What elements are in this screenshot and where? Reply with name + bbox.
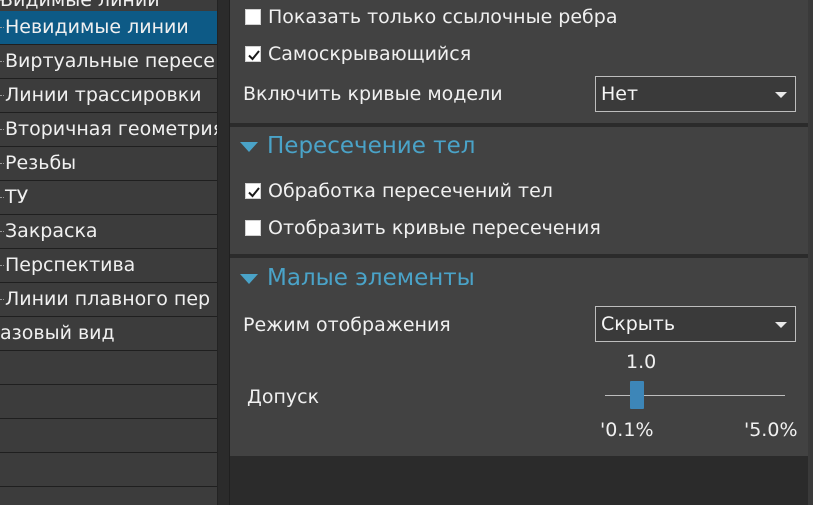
collapse-triangle-icon[interactable] [240,274,258,284]
tree-item-perspective[interactable]: Перспектива [0,249,217,283]
show-intersection-curves-label: Отобразить кривые пересечения [268,217,601,239]
tree-item-empty [0,351,217,385]
section-title[interactable]: Малые элементы [267,265,475,291]
tolerance-max-label: '5.0% [744,419,798,441]
tree-item-label: Закраска [5,220,98,242]
show-intersection-curves-checkbox[interactable] [245,220,261,236]
tree-item-hidden-lines[interactable]: Невидимые линии [0,11,217,45]
section-small-elements: Малые элементы Режим отображения Скрыть … [230,258,808,456]
tree-connector [0,265,4,267]
section-body-intersection: Пересечение тел Обработка пересечений те… [230,127,808,254]
tree-item-smooth-lines[interactable]: Линии плавного пер [0,283,217,317]
tree-item-label: Резьбы [5,152,77,174]
model-curves-dropdown[interactable]: Нет [595,76,796,112]
tree-item-label: Перспектива [5,254,136,276]
section-hidden-lines: Показать только ссылочные ребра Самоскры… [230,0,808,123]
show-ref-edges-label: Показать только ссылочные ребра [268,6,618,28]
tree-connector [0,231,4,233]
tolerance-label: Допуск [247,386,320,408]
tolerance-min-label: '0.1% [600,419,654,441]
display-mode-dropdown[interactable]: Скрыть [595,306,796,342]
tree-item-label: ТУ [5,186,29,208]
tree-item-empty [0,487,217,505]
tree-item-shading[interactable]: Закраска [0,215,217,249]
scrollbar[interactable] [808,0,813,505]
self-hiding-label: Самоскрывающийся [268,43,472,65]
tree-connector [0,61,4,63]
section-title[interactable]: Пересечение тел [267,133,475,159]
tree-connector [0,299,4,301]
model-curves-value: Нет [601,83,639,105]
tree-item-base-view[interactable]: азовый вид [0,317,217,351]
tree-item-label: Вторичная геометрия [5,118,217,140]
tree-item-label: Невидимые линии [5,16,189,38]
collapse-triangle-icon[interactable] [240,142,258,152]
checkmark-icon [248,50,260,61]
tree-connector [0,95,4,97]
tree-item-empty [0,419,217,453]
tree-item-virtual-intersections[interactable]: Виртуальные пересе [0,45,217,79]
process-intersections-checkbox[interactable] [245,183,261,199]
tree-item-threads[interactable]: Резьбы [0,147,217,181]
tree-item-label: Виртуальные пересе [5,50,215,72]
chevron-down-icon [775,322,787,328]
checkmark-icon [248,187,260,198]
tolerance-value: 1.0 [626,351,657,373]
properties-panel: Показать только ссылочные ребра Самоскры… [230,0,808,505]
tree-item-label: Линии трассировки [5,84,202,106]
self-hiding-checkbox[interactable] [245,46,261,62]
tree-connector [0,129,4,131]
chevron-down-icon [775,92,787,98]
splitter[interactable] [218,0,229,505]
process-intersections-label: Обработка пересечений тел [268,180,553,202]
tree-item-label: азовый вид [0,322,115,344]
tree-connector [0,163,4,165]
model-curves-label: Включить кривые модели [243,83,503,105]
tree-item-label: Линии плавного пер [5,288,211,310]
tree-connector [0,197,4,199]
display-mode-value: Скрыть [601,313,676,335]
show-ref-edges-checkbox[interactable] [245,9,261,25]
tree-item-trace-lines[interactable]: Линии трассировки [0,79,217,113]
tree-connector [0,27,4,29]
tree-item-secondary-geometry[interactable]: Вторичная геометрия [0,113,217,147]
tree-item-empty [0,453,217,487]
settings-tree: Видимые линии Невидимые линии Виртуальны… [0,0,218,505]
tree-item-empty [0,385,217,419]
tree-item-tu[interactable]: ТУ [0,181,217,215]
tolerance-slider-thumb[interactable] [630,381,645,409]
display-mode-label: Режим отображения [243,314,451,336]
